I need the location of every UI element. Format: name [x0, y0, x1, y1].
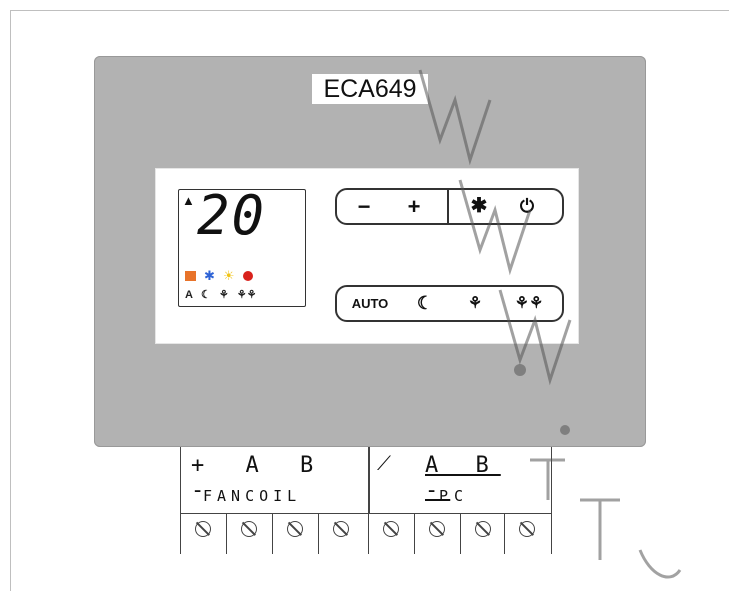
- screw-terminal: [180, 513, 227, 554]
- auto-a-icon: A: [185, 288, 193, 301]
- screw-icon: [475, 521, 491, 537]
- screw-icon: [287, 521, 303, 537]
- screw-icon: [383, 521, 399, 537]
- thermostat-device: ECA649 ▲ 20 ✱ ☀ A ☾ ⚘ ⚘⚘ − + ✱ ⏻ AUTO ☾ …: [94, 56, 646, 447]
- snowflake-icon: ✱: [204, 268, 215, 283]
- screw-terminal: [504, 513, 552, 554]
- screw-terminal: [368, 513, 415, 554]
- temperature-readout: 20: [197, 184, 267, 247]
- screw-terminal: [460, 513, 507, 554]
- top-button-group: − + ✱ ⏻: [335, 188, 564, 225]
- frame-line-top: [10, 10, 729, 11]
- screw-terminal: [226, 513, 273, 554]
- pc-separator-icon: ⟋: [377, 451, 391, 475]
- screw-terminal: [272, 513, 319, 554]
- moon-icon: ☾: [200, 289, 211, 301]
- screw-icon: [519, 521, 535, 537]
- up-arrow-icon: ▲: [182, 193, 195, 208]
- cool-button[interactable]: ✱: [461, 190, 497, 223]
- screw-terminal: [414, 513, 461, 554]
- power-button[interactable]: ⏻: [509, 190, 545, 223]
- terminal-block: + A B - FANCOIL ⟋ A B - PC: [180, 447, 552, 554]
- fan-high-button[interactable]: ⚘⚘: [505, 287, 553, 320]
- pc-label: PC: [439, 487, 470, 505]
- red-dot-icon: [242, 271, 253, 281]
- night-mode-button[interactable]: ☾: [409, 287, 441, 320]
- lcd-mode-icons: ✱ ☀: [185, 268, 253, 284]
- screw-icon: [195, 521, 211, 537]
- frame-line-left: [10, 10, 11, 591]
- auto-button[interactable]: AUTO: [345, 287, 395, 320]
- screw-terminal: [318, 513, 365, 554]
- fan-high-icon: ⚘⚘: [236, 289, 257, 301]
- screw-icon: [241, 521, 257, 537]
- lcd-fan-icons: A ☾ ⚘ ⚘⚘: [185, 288, 257, 302]
- screw-row: [180, 513, 552, 554]
- sun-icon: ☀: [222, 268, 235, 283]
- pc-terminal: ⟋ A B - PC: [368, 447, 552, 514]
- fancoil-label: FANCOIL: [203, 487, 302, 505]
- plus-button[interactable]: +: [399, 190, 429, 223]
- lcd-display: ▲ 20 ✱ ☀ A ☾ ⚘ ⚘⚘: [178, 184, 306, 307]
- heat-square-icon: [185, 271, 196, 281]
- bottom-button-group: AUTO ☾ ⚘ ⚘⚘: [335, 285, 564, 322]
- screw-icon: [333, 521, 349, 537]
- fan-low-icon: ⚘: [218, 289, 229, 301]
- minus-button[interactable]: −: [349, 190, 379, 223]
- screw-icon: [429, 521, 445, 537]
- control-panel: ▲ 20 ✱ ☀ A ☾ ⚘ ⚘⚘ − + ✱ ⏻ AUTO ☾ ⚘ ⚘⚘: [155, 168, 579, 344]
- fan-low-button[interactable]: ⚘: [459, 287, 491, 320]
- button-divider: [447, 190, 449, 223]
- model-label: ECA649: [312, 74, 428, 104]
- fancoil-terminal: + A B - FANCOIL: [180, 447, 370, 514]
